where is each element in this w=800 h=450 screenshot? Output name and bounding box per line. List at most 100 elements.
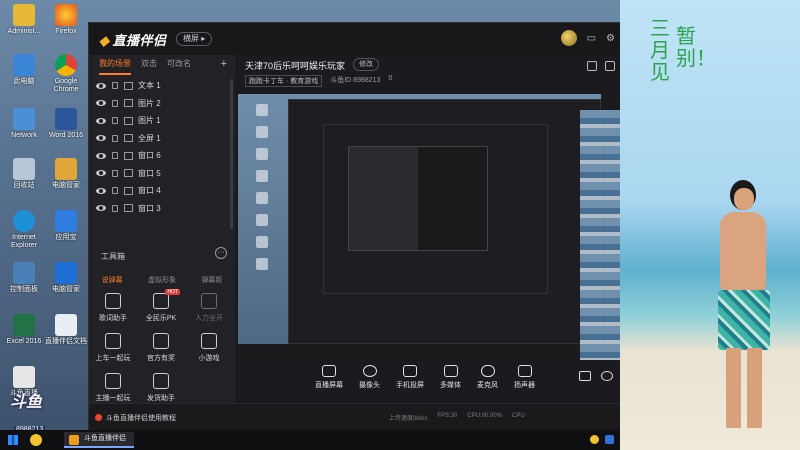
screen-share-button[interactable]: 直播屏幕 — [315, 365, 343, 390]
eye-icon[interactable] — [96, 135, 106, 142]
settings-icon[interactable]: ⚙ — [606, 33, 615, 44]
desktop-icon-excel[interactable]: Excel 2016 — [2, 314, 46, 346]
lock-icon[interactable] — [112, 99, 118, 107]
scene-item[interactable]: 窗口 3 — [89, 200, 235, 218]
window-source-icon — [124, 151, 133, 160]
fullscreen-source-icon — [124, 134, 133, 143]
tab-rename[interactable]: 可改名 — [167, 55, 191, 75]
eye-icon[interactable] — [96, 170, 106, 177]
add-scene-button[interactable]: + — [221, 58, 227, 70]
lock-icon[interactable] — [112, 117, 118, 125]
scene-item[interactable]: 文本 1 — [89, 77, 235, 95]
main-tools — [587, 61, 615, 71]
action-list: 直播屏幕 摄像头 手机投屏 多媒体 麦克风 扬声器 — [315, 365, 535, 390]
tab-danmu[interactable]: 说弹幕 — [102, 275, 123, 285]
phone-cast-button[interactable]: 手机投屏 — [396, 365, 424, 390]
taskbar-app[interactable]: 斗鱼直播伴侣 — [64, 432, 134, 448]
desktop-icon-apps[interactable]: 应用宝 — [44, 210, 88, 242]
desktop-icon-recycle-bin[interactable]: 回收站 — [2, 158, 46, 190]
desktop-icon-control-panel[interactable]: 控制面板 — [2, 262, 46, 294]
scene-item[interactable]: 窗口 6 — [89, 147, 235, 165]
gamepad-icon — [201, 333, 217, 349]
record-controls — [579, 371, 613, 381]
edit-room-button[interactable]: 修改 — [353, 58, 379, 71]
tool-game[interactable]: 小游戏 — [185, 333, 233, 363]
tool-power[interactable]: 人力全开 — [185, 293, 233, 323]
tutorial-icon — [95, 414, 102, 421]
tab-danmu-ji[interactable]: 弹幕姬 — [201, 275, 222, 285]
gift-icon[interactable] — [587, 61, 597, 71]
desktop-icon-chrome[interactable]: Google Chrome — [44, 54, 88, 94]
toolbox-more-button[interactable]: ··· — [215, 247, 227, 259]
scene-list: 文本 1 图片 2 图片 1 全屏 1 窗口 6 窗口 5 窗口 4 窗口 3 — [89, 77, 235, 217]
tray-icon[interactable] — [590, 435, 599, 444]
lock-icon[interactable] — [112, 204, 118, 212]
tool-lyrics[interactable]: 歌词助手 — [89, 293, 137, 323]
camera-button[interactable]: 摄像头 — [359, 365, 380, 390]
shield-tray-icon[interactable] — [605, 435, 614, 444]
scene-item[interactable]: 窗口 5 — [89, 165, 235, 183]
shield-icon — [55, 262, 77, 284]
chrome-icon — [55, 54, 77, 76]
avatar[interactable] — [560, 30, 577, 46]
record-icon[interactable] — [579, 371, 591, 381]
document-icon — [55, 314, 77, 336]
tool-delivery[interactable]: 发货助手 — [137, 373, 185, 403]
tool-pk[interactable]: HOT 全民乐PK — [137, 289, 185, 323]
window-source-icon — [124, 186, 133, 195]
tool-prize[interactable]: 官方有奖 — [137, 333, 185, 363]
tab-avatar[interactable]: 虚拟形象 — [148, 275, 176, 285]
speaker-icon — [517, 365, 532, 377]
folder-icon — [55, 158, 77, 180]
lock-icon[interactable] — [112, 82, 118, 90]
scene-item[interactable]: 全屏 1 — [89, 130, 235, 148]
lock-icon[interactable] — [112, 152, 118, 160]
scene-tabs: 我的场景 双击 可改名 + — [89, 55, 235, 75]
speaker-button[interactable]: 扬声器 — [514, 365, 535, 390]
lyrics-icon — [105, 293, 121, 309]
preview-taskbar — [238, 344, 601, 359]
desktop-icon-network[interactable]: Network — [2, 108, 46, 140]
eye-toggle-icon[interactable] — [601, 371, 613, 381]
scene-item[interactable]: 窗口 4 — [89, 182, 235, 200]
desktop-icon-ie[interactable]: Internet Explorer — [2, 210, 46, 250]
tab-my-scenes[interactable]: 我的场景 — [99, 55, 131, 75]
lock-icon[interactable] — [112, 187, 118, 195]
scene-item[interactable]: 图片 1 — [89, 112, 235, 130]
eye-icon[interactable] — [96, 117, 106, 124]
firefox-icon — [55, 4, 77, 26]
eye-icon[interactable] — [96, 82, 106, 89]
tool-play-together[interactable]: 主播一起玩 — [89, 373, 137, 403]
status-bar: 斗鱼直播伴侣使用教程 上传速度0kb/s FPS:30 CPU:00.00% C… — [89, 403, 621, 431]
desktop-icon-security[interactable]: 电脑管家 — [44, 262, 88, 294]
eye-icon[interactable] — [96, 205, 106, 212]
fullscreen-icon[interactable] — [605, 61, 615, 71]
desktop-icon-folder[interactable]: 电脑管家 — [44, 158, 88, 190]
room-info: 跑跑卡丁车 · 教育游戏 斗鱼ID 8988213 0 — [245, 75, 392, 87]
media-button[interactable]: 多媒体 — [440, 365, 461, 390]
hot-value: 0 — [388, 75, 393, 82]
scene-scrollbar[interactable] — [230, 79, 233, 229]
desktop-icon-firefox[interactable]: Firefox — [44, 4, 88, 36]
start-button[interactable] — [8, 435, 18, 445]
desktop-icon-this-pc[interactable]: 此电脑 — [2, 54, 46, 86]
desktop-icon-word[interactable]: Word 2016 — [44, 108, 88, 140]
computer-icon — [13, 54, 35, 76]
scene-item[interactable]: 图片 2 — [89, 95, 235, 113]
desktop-icon-administrator[interactable]: Administ... — [2, 4, 46, 36]
browser-taskbar-icon[interactable] — [30, 434, 42, 446]
mic-button[interactable]: 麦克风 — [477, 365, 498, 390]
lock-icon[interactable] — [112, 134, 118, 142]
tab-double-click[interactable]: 双击 — [141, 55, 157, 75]
orientation-toggle[interactable]: 横屏 ▸ — [176, 32, 213, 46]
eye-icon[interactable] — [96, 152, 106, 159]
tutorial-link[interactable]: 斗鱼直播伴侣使用教程 — [95, 413, 176, 423]
room-category[interactable]: 跑跑卡丁车 · 教育游戏 — [245, 75, 323, 87]
eye-icon[interactable] — [96, 100, 106, 107]
eye-icon[interactable] — [96, 187, 106, 194]
desktop-icon-doc[interactable]: 直播伴侣文档 — [44, 314, 88, 346]
message-icon[interactable]: ▭ — [587, 33, 596, 44]
excel-icon — [13, 314, 35, 336]
tool-car[interactable]: 上车一起玩 — [89, 333, 137, 363]
lock-icon[interactable] — [112, 169, 118, 177]
